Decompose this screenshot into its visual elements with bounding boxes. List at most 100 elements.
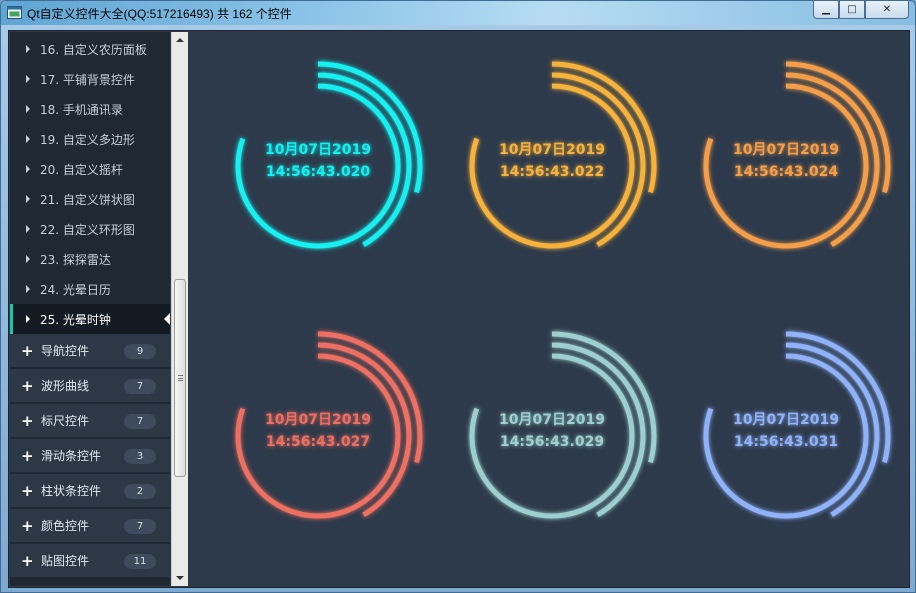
plus-icon: + bbox=[21, 341, 34, 360]
clock-date: 10月07日2019 bbox=[733, 142, 839, 158]
clock-readout: 10月07日2019 14:56:43.027 bbox=[208, 409, 428, 453]
nav-item-label: 25. 光晕时钟 bbox=[40, 312, 111, 327]
nav-group-label: 颜色控件 bbox=[41, 519, 90, 533]
close-button[interactable]: ✕ bbox=[865, 1, 909, 19]
triangle-right-icon bbox=[26, 255, 30, 263]
plus-icon: + bbox=[21, 411, 34, 430]
clock-date: 10月07日2019 bbox=[499, 412, 605, 428]
plus-icon: + bbox=[21, 481, 34, 500]
triangle-right-icon bbox=[26, 75, 30, 83]
halo-clock-panel: 10月07日2019 14:56:43.020 10月07日2019 14:56… bbox=[189, 32, 909, 586]
nav-scrollbar[interactable] bbox=[171, 32, 188, 586]
clock-readout: 10月07日2019 14:56:43.024 bbox=[676, 139, 896, 183]
nav-group-label: 贴图控件 bbox=[41, 554, 90, 568]
nav-item-label: 18. 手机通讯录 bbox=[40, 102, 123, 117]
nav-item-label: 20. 自定义摇杆 bbox=[40, 162, 123, 177]
clock-time: 14:56:43.022 bbox=[499, 164, 605, 180]
nav-item-label: 24. 光晕日历 bbox=[40, 282, 111, 297]
clock-readout: 10月07日2019 14:56:43.022 bbox=[442, 139, 662, 183]
maximize-icon: □ bbox=[847, 4, 857, 15]
scroll-up-button[interactable] bbox=[172, 32, 188, 48]
clock-readout: 10月07日2019 14:56:43.031 bbox=[676, 409, 896, 453]
nav-item[interactable]: 24. 光晕日历 bbox=[10, 274, 170, 304]
nav-item-label: 23. 探探雷达 bbox=[40, 252, 111, 267]
clock-readout: 10月07日2019 14:56:43.020 bbox=[208, 139, 428, 183]
chevron-up-icon bbox=[176, 38, 184, 42]
minimize-icon: ▁ bbox=[822, 4, 830, 15]
nav-group-label: 标尺控件 bbox=[41, 414, 90, 428]
nav-group-label: 柱状条控件 bbox=[41, 484, 102, 498]
nav-group-count: 2 bbox=[124, 484, 156, 499]
clock-date: 10月07日2019 bbox=[733, 412, 839, 428]
nav-group-count: 9 bbox=[124, 344, 156, 359]
nav-item[interactable]: 21. 自定义饼状图 bbox=[10, 184, 170, 214]
nav-group[interactable]: + 贴图控件 11 bbox=[10, 544, 170, 578]
client-area: 16. 自定义农历面板 17. 平铺背景控件 18. 手机通讯录 19. 自定义… bbox=[8, 30, 910, 588]
clock-time: 14:56:43.024 bbox=[733, 164, 839, 180]
clock-time: 14:56:43.027 bbox=[265, 434, 371, 450]
triangle-right-icon bbox=[26, 135, 30, 143]
nav-group[interactable]: + 波形曲线 7 bbox=[10, 369, 170, 403]
app-window-icon bbox=[7, 6, 22, 19]
plus-icon: + bbox=[21, 446, 34, 465]
nav-item[interactable]: 22. 自定义环形图 bbox=[10, 214, 170, 244]
nav-group[interactable]: + 柱状条控件 2 bbox=[10, 474, 170, 508]
scrollbar-thumb[interactable] bbox=[174, 279, 186, 477]
triangle-right-icon bbox=[26, 225, 30, 233]
halo-clock: 10月07日2019 14:56:43.031 bbox=[676, 326, 896, 546]
title-bar[interactable]: Qt自定义控件大全(QQ:517216493) 共 162 个控件 ▁ □ ✕ bbox=[1, 1, 915, 25]
app-window: Qt自定义控件大全(QQ:517216493) 共 162 个控件 ▁ □ ✕ … bbox=[0, 0, 916, 593]
plus-icon: + bbox=[21, 516, 34, 535]
plus-icon: + bbox=[21, 551, 34, 570]
triangle-right-icon bbox=[26, 45, 30, 53]
grip-icon bbox=[178, 375, 183, 381]
nav-group-count: 7 bbox=[124, 519, 156, 534]
triangle-right-icon bbox=[26, 315, 30, 323]
clock-date: 10月07日2019 bbox=[265, 412, 371, 428]
nav-group-count: 11 bbox=[124, 554, 156, 569]
minimize-button[interactable]: ▁ bbox=[813, 1, 839, 19]
nav-item[interactable]: 20. 自定义摇杆 bbox=[10, 154, 170, 184]
triangle-right-icon bbox=[26, 285, 30, 293]
nav-group[interactable]: + 滑动条控件 3 bbox=[10, 439, 170, 473]
nav-item[interactable]: 17. 平铺背景控件 bbox=[10, 64, 170, 94]
clock-date: 10月07日2019 bbox=[499, 142, 605, 158]
nav-group[interactable]: + 导航控件 9 bbox=[10, 334, 170, 368]
nav-item[interactable]: 23. 探探雷达 bbox=[10, 244, 170, 274]
clock-time: 14:56:43.031 bbox=[733, 434, 839, 450]
halo-clock: 10月07日2019 14:56:43.024 bbox=[676, 56, 896, 276]
nav-item[interactable]: 18. 手机通讯录 bbox=[10, 94, 170, 124]
nav-group-label: 滑动条控件 bbox=[41, 449, 102, 463]
nav-item-label: 16. 自定义农历面板 bbox=[40, 42, 147, 57]
clock-time: 14:56:43.029 bbox=[499, 434, 605, 450]
nav-group[interactable]: + 标尺控件 7 bbox=[10, 404, 170, 438]
nav-item-label: 19. 自定义多边形 bbox=[40, 132, 135, 147]
nav-item-label: 22. 自定义环形图 bbox=[40, 222, 135, 237]
plus-icon: + bbox=[21, 376, 34, 395]
halo-clock: 10月07日2019 14:56:43.027 bbox=[208, 326, 428, 546]
navigation-tree: 16. 自定义农历面板 17. 平铺背景控件 18. 手机通讯录 19. 自定义… bbox=[10, 32, 170, 586]
nav-group-count: 3 bbox=[124, 449, 156, 464]
window-title: Qt自定义控件大全(QQ:517216493) 共 162 个控件 bbox=[27, 7, 292, 21]
nav-group[interactable]: + 颜色控件 7 bbox=[10, 509, 170, 543]
triangle-right-icon bbox=[26, 165, 30, 173]
nav-group-label: 波形曲线 bbox=[41, 379, 90, 393]
halo-clock: 10月07日2019 14:56:43.022 bbox=[442, 56, 662, 276]
triangle-right-icon bbox=[26, 105, 30, 113]
nav-item-label: 21. 自定义饼状图 bbox=[40, 192, 135, 207]
chevron-down-icon bbox=[176, 576, 184, 580]
close-icon: ✕ bbox=[882, 4, 892, 15]
nav-group-label: 导航控件 bbox=[41, 344, 90, 358]
maximize-button[interactable]: □ bbox=[839, 1, 865, 19]
nav-item[interactable]: 19. 自定义多边形 bbox=[10, 124, 170, 154]
clock-readout: 10月07日2019 14:56:43.029 bbox=[442, 409, 662, 453]
nav-item-label: 17. 平铺背景控件 bbox=[40, 72, 135, 87]
halo-clock: 10月07日2019 14:56:43.029 bbox=[442, 326, 662, 546]
halo-clock: 10月07日2019 14:56:43.020 bbox=[208, 56, 428, 276]
nav-item-active[interactable]: 25. 光晕时钟 bbox=[10, 304, 170, 334]
scroll-down-button[interactable] bbox=[172, 570, 188, 586]
nav-item[interactable]: 16. 自定义农历面板 bbox=[10, 34, 170, 64]
clock-time: 14:56:43.020 bbox=[265, 164, 371, 180]
clock-date: 10月07日2019 bbox=[265, 142, 371, 158]
nav-group-count: 7 bbox=[124, 379, 156, 394]
